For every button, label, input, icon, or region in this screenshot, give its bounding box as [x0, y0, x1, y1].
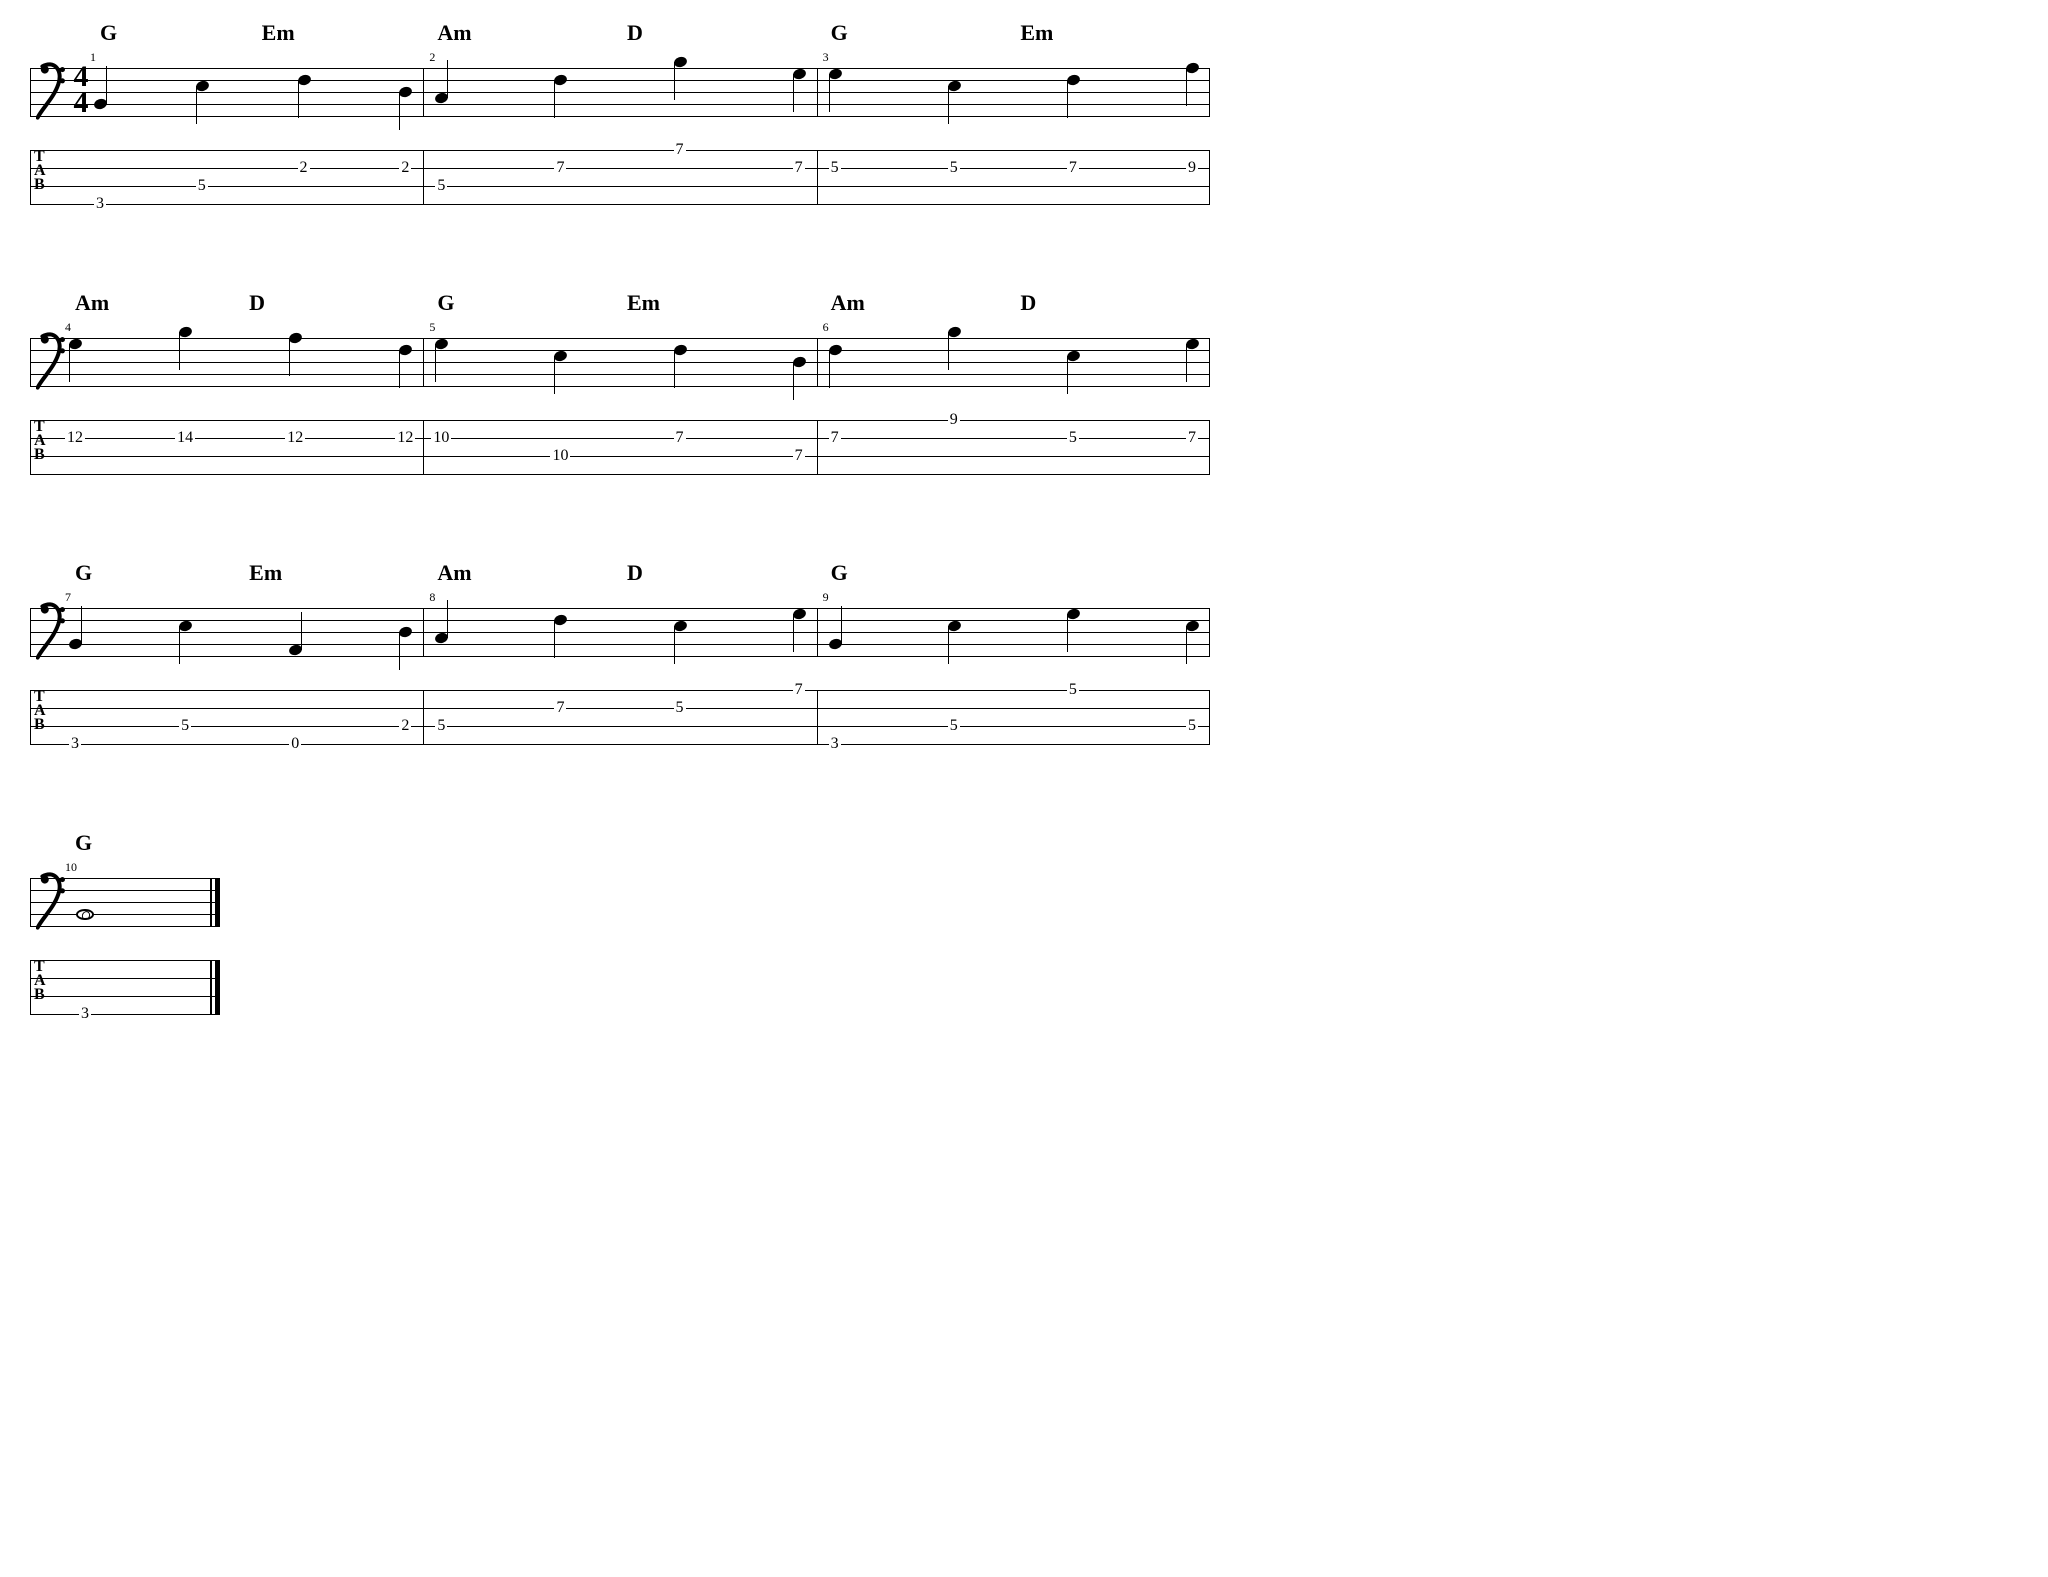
- chord-symbol: G: [75, 830, 92, 856]
- tab-fret: 5: [1067, 430, 1079, 446]
- tab-label: TAB: [34, 150, 46, 192]
- tab-fret: 7: [793, 682, 805, 698]
- tab-fret: 7: [1067, 160, 1079, 176]
- system-row: Am D G Em Am D 4 5 6 TAB 12 14 12 12 10 10 7 7 7 9 5 7: [30, 290, 2018, 490]
- tab-fret: 5: [196, 178, 208, 194]
- chord-symbol: D: [627, 20, 643, 46]
- tab-fret: 5: [829, 160, 841, 176]
- tab-fret: 5: [1186, 718, 1198, 734]
- chord-symbol: G: [831, 560, 848, 586]
- tab-fret: 2: [399, 718, 411, 734]
- tab-fret: 14: [175, 430, 195, 446]
- tab-fret: 7: [1186, 430, 1198, 446]
- quarter-note: [947, 325, 962, 339]
- bar-number: 4: [65, 320, 71, 335]
- chord-symbol: Am: [831, 290, 865, 316]
- tab-fret: 7: [554, 700, 566, 716]
- tab-fret: 12: [65, 430, 85, 446]
- tab-fret: 7: [829, 430, 841, 446]
- chord-symbol: Em: [249, 560, 282, 586]
- chord-symbol: G: [75, 560, 92, 586]
- chord-symbol: Am: [437, 560, 471, 586]
- quarter-note: [178, 325, 193, 339]
- tab-fret: 9: [948, 412, 960, 428]
- music-score: GEmAmDGEm 44123TAB352257775579AmDGEmAmD …: [30, 20, 2018, 1030]
- tab-fret: 3: [829, 736, 841, 752]
- bar-number: 6: [823, 320, 829, 335]
- tab-fret: 7: [793, 160, 805, 176]
- tab-label: TAB: [34, 960, 46, 1002]
- system-row: G 10 TAB 3: [30, 830, 2018, 1030]
- tab-fret: 10: [550, 448, 570, 464]
- tab-fret: 7: [674, 430, 686, 446]
- tab-fret: 5: [435, 718, 447, 734]
- bar-number: 8: [429, 590, 435, 605]
- chord-symbol: Am: [437, 20, 471, 46]
- bass-clef-icon: [36, 592, 68, 672]
- tab-fret: 7: [793, 448, 805, 464]
- chord-symbol: Em: [627, 290, 660, 316]
- tab-fret: 3: [94, 196, 106, 212]
- tab-fret: 5: [435, 178, 447, 194]
- tab-label: TAB: [34, 420, 46, 462]
- tab-fret: 0: [289, 736, 301, 752]
- quarter-note: [672, 55, 687, 69]
- bass-clef-icon: [36, 862, 68, 942]
- tab-fret: 2: [298, 160, 310, 176]
- tab-fret: 9: [1186, 160, 1198, 176]
- bar-number: 3: [823, 50, 829, 65]
- system-row: G Em Am D G Em 441 2 3 TAB 3 5 2 2 5 7 7 7 5 5 7 9: [30, 20, 2018, 220]
- chord-symbol: G: [831, 20, 848, 46]
- bar-number: 10: [65, 860, 77, 875]
- bar-number: 7: [65, 590, 71, 605]
- bar-number: 1: [90, 50, 96, 65]
- chord-symbol: Am: [75, 290, 109, 316]
- bar-number: 9: [823, 590, 829, 605]
- bar-number: 5: [429, 320, 435, 335]
- tab-fret: 5: [179, 718, 191, 734]
- system-row: G Em Am D G 7 8 9 TAB 3 5 0 2 5 7 5 7 3 5 5 5: [30, 560, 2018, 760]
- bar-number: 2: [429, 50, 435, 65]
- tab-fret: 5: [948, 160, 960, 176]
- tab-fret: 3: [69, 736, 81, 752]
- tab-fret: 10: [431, 430, 451, 446]
- chord-symbol: D: [1020, 290, 1036, 316]
- time-signature: 44: [70, 64, 92, 116]
- tab-fret: 5: [674, 700, 686, 716]
- tab-fret: 5: [1067, 682, 1079, 698]
- tab-fret: 7: [674, 142, 686, 158]
- tab-fret: 5: [948, 718, 960, 734]
- tab-fret: 7: [554, 160, 566, 176]
- chord-symbol: G: [100, 20, 117, 46]
- whole-note: [76, 909, 94, 920]
- chord-symbol: D: [627, 560, 643, 586]
- bass-clef-icon: [36, 322, 68, 402]
- chord-symbol: G: [437, 290, 454, 316]
- chord-symbol: Em: [262, 20, 295, 46]
- tab-fret: 12: [395, 430, 415, 446]
- tab-label: TAB: [34, 690, 46, 732]
- chord-symbol: D: [249, 290, 265, 316]
- tab-fret: 3: [79, 1006, 91, 1022]
- tab-fret: 2: [399, 160, 411, 176]
- bass-clef-icon: [36, 52, 68, 132]
- chord-symbol: Em: [1020, 20, 1053, 46]
- tab-fret: 12: [285, 430, 305, 446]
